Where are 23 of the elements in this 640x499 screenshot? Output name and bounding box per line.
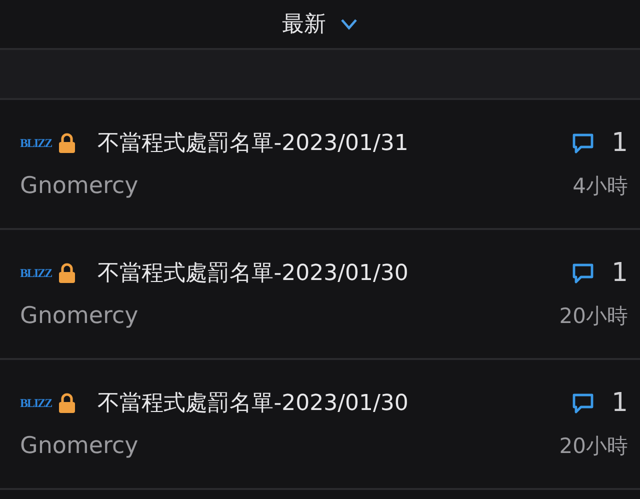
post-time: 20小時 <box>559 433 628 460</box>
comment-icon <box>571 131 596 155</box>
reply-count: 1 <box>611 258 628 288</box>
comment-icon <box>571 391 596 415</box>
topic-row[interactable]: BLIZZ 不當程式處罰名單-2023/01/31 1 Gnomercy 4小時 <box>0 100 640 230</box>
blizzard-logo-text: BLIZZ <box>20 266 52 280</box>
comment-icon <box>571 261 596 285</box>
blizzard-logo-text: BLIZZ <box>20 396 52 410</box>
sort-dropdown[interactable]: 最新 <box>282 9 358 39</box>
topic-row[interactable]: BLIZZ 不當程式處罰名單-2023/01/30 1 Gnomercy 20小時 <box>0 360 640 490</box>
topic-row[interactable]: BLIZZ 不當程式處罰名單-2023/01/30 1 Gnomercy 20小時 <box>0 230 640 360</box>
author-name: Gnomercy <box>20 303 140 329</box>
reply-count: 1 <box>611 388 628 418</box>
topic-title[interactable]: 不當程式處罰名單-2023/01/30 <box>98 388 572 418</box>
blizzard-logo-text: BLIZZ <box>20 136 52 150</box>
author-name: Gnomercy <box>20 433 140 459</box>
chevron-down-icon <box>340 18 358 30</box>
author-name: Gnomercy <box>20 173 140 199</box>
topic-title[interactable]: 不當程式處罰名單-2023/01/30 <box>98 258 572 288</box>
post-time: 4小時 <box>572 173 628 200</box>
reply-count: 1 <box>611 128 628 158</box>
topic-title[interactable]: 不當程式處罰名單-2023/01/31 <box>98 128 572 158</box>
post-time: 20小時 <box>559 303 628 330</box>
